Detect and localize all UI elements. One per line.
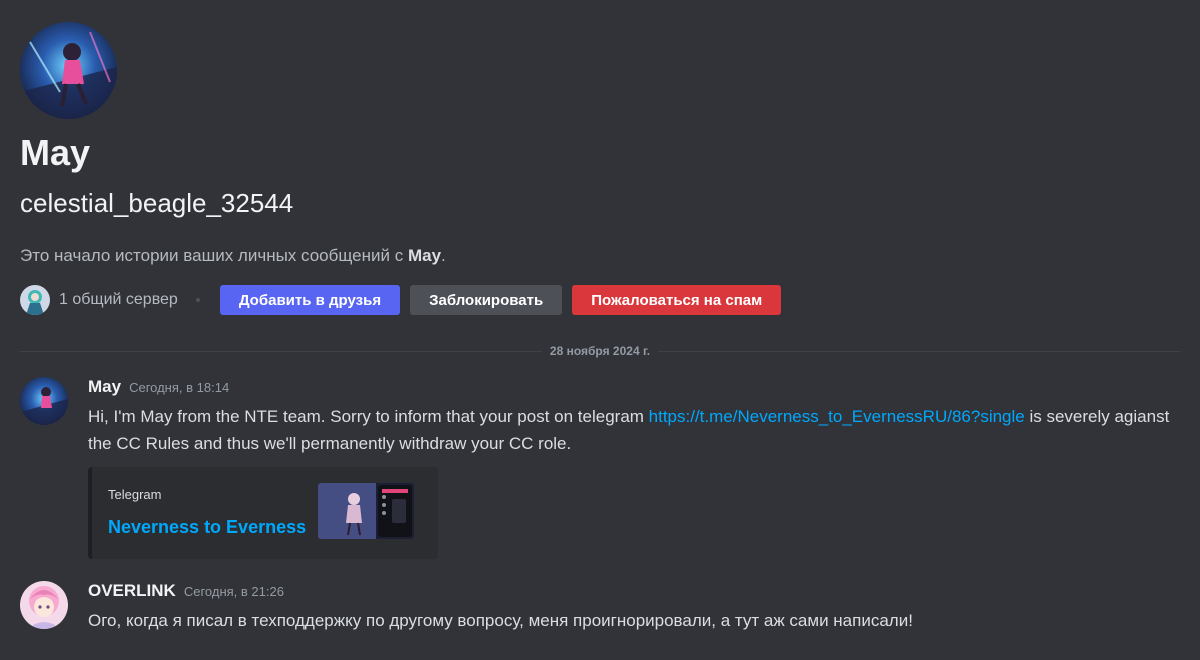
date-divider: 28 ноября 2024 г.	[20, 344, 1180, 358]
message-text: Hi, I'm May from the NTE team. Sorry to …	[88, 403, 1180, 457]
embed-provider: Telegram	[108, 487, 162, 502]
dm-intro: May celestial_beagle_32544 Это начало ис…	[20, 22, 1180, 315]
message-item: OVERLINK Сегодня, в 21:26 Ого, когда я п…	[20, 581, 1180, 641]
message-text: Ого, когда я писал в техподдержку по дру…	[88, 611, 913, 630]
message-header: May Сегодня, в 18:14	[88, 377, 1180, 399]
message-item: May Сегодня, в 18:14 Hi, I'm May from th…	[20, 377, 1180, 559]
message-header: OVERLINK Сегодня, в 21:26	[88, 581, 1180, 603]
may-avatar-icon[interactable]	[20, 22, 117, 119]
embed-thumbnail[interactable]	[318, 483, 414, 539]
link-embed: Telegram Neverness to Everness	[88, 467, 438, 559]
dm-history-text: Это начало истории ваших личных сообщени…	[20, 245, 1180, 267]
profile-username: celestial_beagle_32544	[20, 188, 294, 218]
profile-display-name: May	[20, 132, 91, 173]
dm-history-name: May	[407, 246, 442, 265]
mutual-servers-link[interactable]: 1 общий сервер	[59, 291, 178, 309]
message-timestamp: Сегодня, в 18:14	[129, 380, 230, 395]
dm-channel: May celestial_beagle_32544 Это начало ис…	[0, 0, 1200, 660]
overlink-avatar-icon[interactable]	[20, 581, 68, 629]
add-friend-button[interactable]: Добавить в друзья	[219, 285, 401, 315]
dm-history-prefix: Это начало истории ваших личных сообщени…	[20, 246, 408, 265]
report-spam-button[interactable]: Пожаловаться на спам	[572, 285, 782, 315]
message-content: OVERLINK Сегодня, в 21:26 Ого, когда я п…	[88, 581, 1180, 634]
date-divider-label: 28 ноября 2024 г.	[549, 344, 651, 358]
message-author[interactable]: OVERLINK	[88, 581, 176, 601]
embed-title-link[interactable]: Neverness to Everness	[108, 517, 306, 538]
separator-dot	[195, 298, 200, 302]
may-avatar-icon[interactable]	[20, 377, 68, 425]
message-author[interactable]: May	[88, 377, 121, 397]
divider-line-left	[20, 350, 542, 352]
profile-actions: 1 общий сервер Добавить в друзья Заблоки…	[20, 285, 1180, 315]
message-text-part: Hi, I'm May from the NTE team. Sorry to …	[88, 407, 649, 426]
message-timestamp: Сегодня, в 21:26	[183, 584, 284, 599]
dm-history-suffix: .	[441, 246, 446, 265]
message-content: May Сегодня, в 18:14 Hi, I'm May from th…	[88, 377, 1180, 559]
message-link[interactable]: https://t.me/Neverness_to_EvernessRU/86?…	[649, 407, 1025, 426]
block-button[interactable]: Заблокировать	[410, 285, 563, 315]
server-icon[interactable]	[20, 285, 50, 315]
divider-line-right	[658, 350, 1180, 352]
